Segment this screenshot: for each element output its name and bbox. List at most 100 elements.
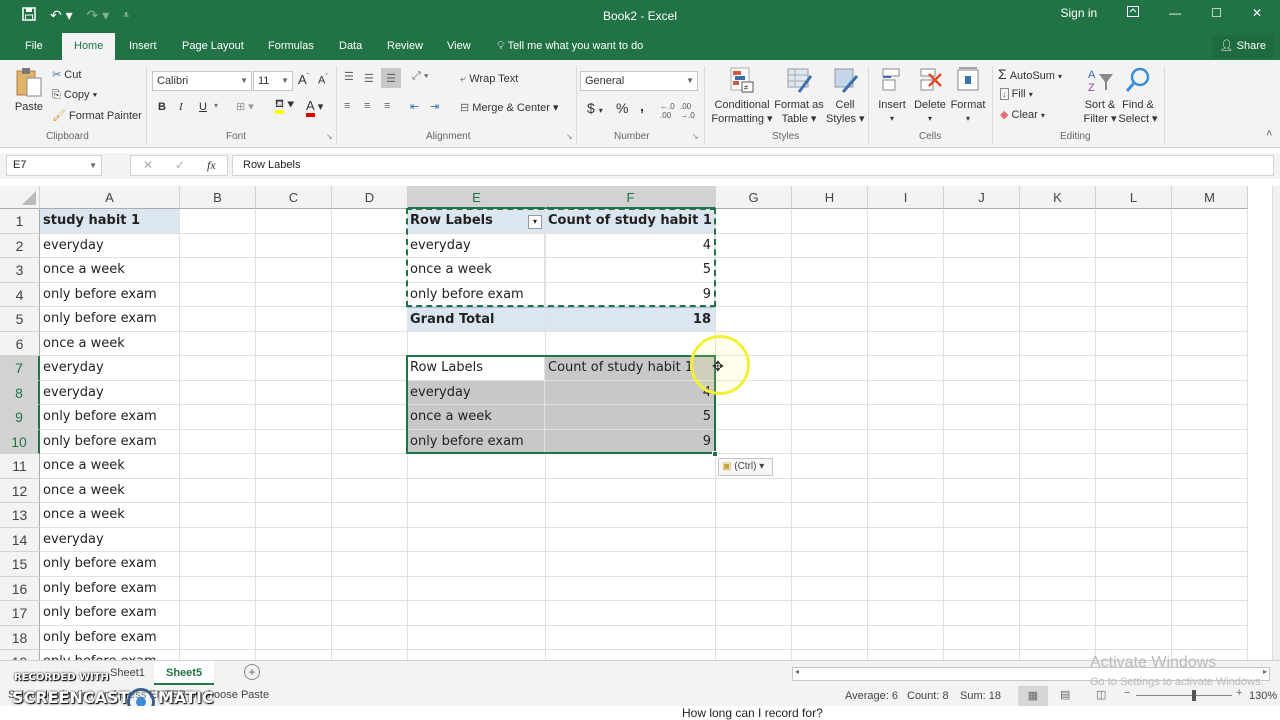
cancel-icon[interactable]: ✕ bbox=[143, 158, 153, 172]
column-header-e[interactable]: E bbox=[408, 186, 546, 209]
cell[interactable] bbox=[792, 527, 868, 552]
cell[interactable] bbox=[546, 601, 716, 626]
cell[interactable] bbox=[792, 552, 868, 577]
cell[interactable] bbox=[180, 625, 256, 650]
cut-button[interactable]: ✂ Cut bbox=[52, 68, 81, 81]
cell[interactable] bbox=[1096, 429, 1172, 454]
cell[interactable] bbox=[256, 307, 332, 332]
row-header[interactable]: 19 bbox=[0, 650, 40, 660]
cell[interactable] bbox=[1172, 552, 1248, 577]
cell-a[interactable]: everyday bbox=[40, 356, 180, 381]
cell[interactable] bbox=[1096, 233, 1172, 258]
cell[interactable] bbox=[332, 356, 408, 381]
cell[interactable] bbox=[792, 405, 868, 430]
cell[interactable] bbox=[792, 478, 868, 503]
cell-a[interactable]: once a week bbox=[40, 258, 180, 283]
cell[interactable] bbox=[408, 650, 546, 660]
cell[interactable] bbox=[944, 356, 1020, 381]
cell[interactable] bbox=[792, 576, 868, 601]
cell[interactable] bbox=[180, 601, 256, 626]
cell[interactable] bbox=[716, 429, 792, 454]
cell[interactable] bbox=[1020, 601, 1096, 626]
cell[interactable] bbox=[1172, 356, 1248, 381]
copy-button[interactable]: ⎘ Copy ▾ bbox=[52, 89, 97, 102]
cell[interactable] bbox=[1020, 233, 1096, 258]
cell[interactable] bbox=[256, 503, 332, 528]
cell[interactable] bbox=[1020, 527, 1096, 552]
cell[interactable] bbox=[1020, 503, 1096, 528]
cell[interactable] bbox=[1172, 576, 1248, 601]
autosum-button[interactable]: Σ AutoSum ▾ bbox=[998, 66, 1062, 82]
cell-a[interactable]: only before exam bbox=[40, 601, 180, 626]
cell[interactable] bbox=[1172, 478, 1248, 503]
tab-review[interactable]: Review bbox=[384, 33, 426, 60]
cell[interactable] bbox=[716, 233, 792, 258]
cell[interactable] bbox=[332, 527, 408, 552]
column-header-l[interactable]: L bbox=[1096, 186, 1172, 209]
cell[interactable] bbox=[332, 650, 408, 660]
cell[interactable] bbox=[792, 503, 868, 528]
cell[interactable] bbox=[716, 625, 792, 650]
cell[interactable] bbox=[1096, 356, 1172, 381]
cell[interactable] bbox=[546, 478, 716, 503]
cell-styles-button[interactable]: Cell Styles ▾ bbox=[826, 66, 865, 126]
cell[interactable] bbox=[180, 405, 256, 430]
grow-font-button[interactable]: Aˆ bbox=[298, 72, 309, 87]
cell[interactable] bbox=[868, 454, 944, 479]
cell[interactable] bbox=[256, 552, 332, 577]
cell[interactable] bbox=[332, 282, 408, 307]
cell[interactable] bbox=[408, 454, 546, 479]
sign-in-link[interactable]: Sign in bbox=[1060, 6, 1097, 20]
cell[interactable] bbox=[1020, 282, 1096, 307]
cell-a[interactable]: everyday bbox=[40, 380, 180, 405]
format-painter-button[interactable]: 🖌︎ Format Painter bbox=[52, 109, 142, 122]
cell[interactable] bbox=[408, 576, 546, 601]
row-header[interactable]: 15 bbox=[0, 552, 40, 577]
cell[interactable] bbox=[792, 307, 868, 332]
font-size-combo[interactable]: 11 ▼ bbox=[253, 71, 293, 91]
paste-button[interactable]: Paste bbox=[14, 66, 44, 113]
cell-a[interactable]: only before exam bbox=[40, 576, 180, 601]
cell[interactable] bbox=[1172, 625, 1248, 650]
column-header-b[interactable]: B bbox=[180, 186, 256, 209]
normal-view-icon[interactable]: ▦ bbox=[1018, 686, 1048, 706]
cell-a[interactable]: only before exam bbox=[40, 282, 180, 307]
cell[interactable] bbox=[868, 576, 944, 601]
cell[interactable] bbox=[868, 503, 944, 528]
cell[interactable] bbox=[792, 209, 868, 234]
orientation-button[interactable]: ⤢ ▾ bbox=[412, 70, 428, 83]
column-header-k[interactable]: K bbox=[1020, 186, 1096, 209]
cell[interactable] bbox=[1096, 478, 1172, 503]
cell[interactable] bbox=[256, 650, 332, 660]
cell[interactable] bbox=[716, 405, 792, 430]
cell[interactable] bbox=[944, 650, 1020, 660]
cell[interactable] bbox=[332, 503, 408, 528]
cell[interactable] bbox=[868, 331, 944, 356]
cell[interactable] bbox=[408, 331, 546, 356]
insert-cells-button[interactable]: Insert ▾ bbox=[874, 66, 910, 126]
cell[interactable] bbox=[1172, 209, 1248, 234]
cell[interactable] bbox=[332, 601, 408, 626]
cell[interactable] bbox=[1096, 258, 1172, 283]
cell[interactable] bbox=[1172, 429, 1248, 454]
cell[interactable] bbox=[180, 576, 256, 601]
cell[interactable] bbox=[1172, 258, 1248, 283]
zoom-out-button[interactable]: − bbox=[1124, 687, 1130, 699]
cell-a[interactable]: only before exam bbox=[40, 625, 180, 650]
cell[interactable] bbox=[1020, 650, 1096, 660]
column-header-j[interactable]: J bbox=[944, 186, 1020, 209]
cell[interactable] bbox=[868, 650, 944, 660]
cell[interactable] bbox=[546, 650, 716, 660]
format-cells-button[interactable]: Format ▾ bbox=[950, 66, 986, 126]
row-header[interactable]: 4 bbox=[0, 282, 40, 307]
tab-formulas[interactable]: Formulas bbox=[265, 33, 317, 60]
merge-center-button[interactable]: ⊟ Merge & Center ▾ bbox=[460, 101, 559, 114]
column-header-i[interactable]: I bbox=[868, 186, 944, 209]
cell[interactable] bbox=[256, 405, 332, 430]
cell[interactable] bbox=[1020, 356, 1096, 381]
row-header[interactable]: 13 bbox=[0, 503, 40, 528]
borders-button[interactable]: ⊞ ▾ bbox=[236, 100, 254, 113]
cell[interactable] bbox=[868, 209, 944, 234]
column-header-c[interactable]: C bbox=[256, 186, 332, 209]
fill-handle[interactable] bbox=[712, 451, 718, 457]
